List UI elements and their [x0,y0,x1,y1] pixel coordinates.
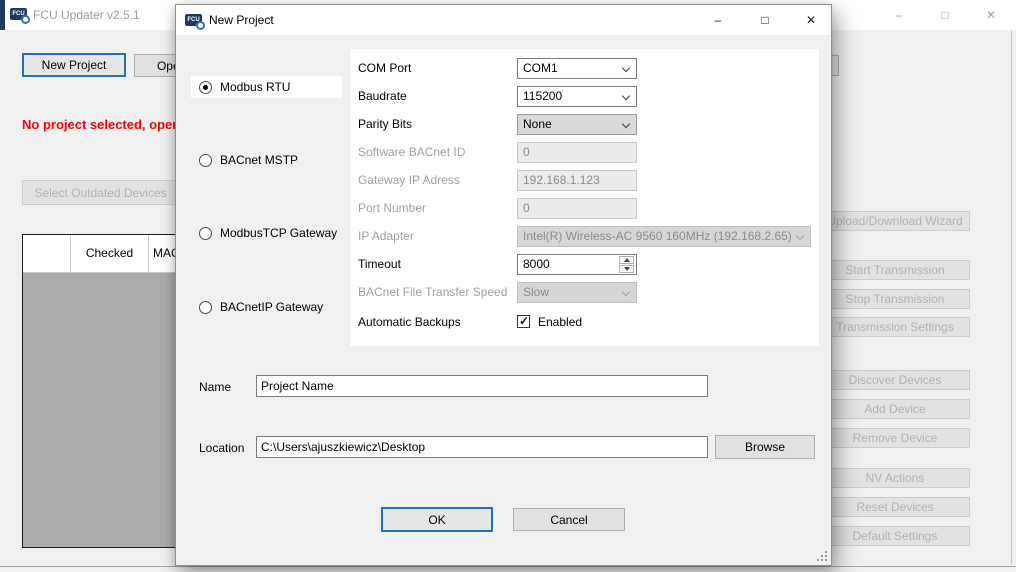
app-icon: FCU [10,8,27,20]
ip-adapter-value: Intel(R) Wireless-AC 9560 160MHz (192.16… [523,229,792,243]
screen: FCU FCU Updater v2.5.1 – □ ✕ New Project… [0,0,1016,572]
location-label: Location [199,441,244,455]
timeout-stepper[interactable]: 8000 [517,254,637,275]
transfer-speed-value: Slow [523,285,549,299]
software-bacnet-id-field: 0 [517,142,637,163]
timeout-value: 8000 [523,257,550,271]
window-edge-decoration [0,0,5,30]
radio-unselected-icon [199,301,212,314]
default-settings-button[interactable]: Default Settings [820,526,970,546]
automatic-backups-label: Automatic Backups [358,312,533,333]
ok-button[interactable]: OK [381,507,493,532]
port-number-label: Port Number [358,198,533,219]
transfer-speed-select: Slow [517,282,637,303]
parity-bits-select[interactable]: None [517,114,637,135]
backups-checkbox[interactable] [517,315,530,328]
com-port-select[interactable]: COM1 [517,58,637,79]
window-right-border [1011,30,1012,564]
dialog-maximize-icon[interactable]: □ [750,5,780,35]
dialog-app-icon: FCU [185,14,202,26]
resize-grip[interactable] [816,550,828,562]
chevron-down-icon [796,232,804,240]
new-project-dialog: FCU New Project – □ ✕ Modbus RTU BACnet … [175,4,832,566]
radio-bacnetip-gateway[interactable]: BACnetIP Gateway [199,299,323,315]
window-bottom-border [0,566,1016,567]
ip-adapter-label: IP Adapter [358,226,533,247]
dialog-close-icon[interactable]: ✕ [796,5,826,35]
chevron-down-icon [622,288,630,296]
column-row-selector [23,235,71,272]
partial-button-fragment [831,55,839,76]
radio-modbus-rtu[interactable]: Modbus RTU [199,79,290,95]
transmission-settings-button[interactable]: Transmission Settings [820,317,970,337]
discover-devices-button[interactable]: Discover Devices [820,370,970,390]
select-outdated-devices-button[interactable]: Select Outdated Devices [22,180,179,205]
radio-unselected-icon [199,154,212,167]
stop-transmission-button[interactable]: Stop Transmission [820,289,970,309]
radio-selected-icon [199,81,212,94]
new-project-button[interactable]: New Project [22,53,126,77]
transfer-speed-label: BACnet File Transfer Speed [358,282,533,303]
no-project-warning: No project selected, open [22,117,180,132]
name-input[interactable] [256,375,708,397]
nv-actions-button[interactable]: NV Actions [820,468,970,488]
add-device-button[interactable]: Add Device [820,399,970,419]
backups-checkbox-label: Enabled [538,315,582,329]
name-label: Name [199,380,231,394]
radio-label: BACnet MSTP [220,153,298,167]
main-window-title: FCU Updater v2.5.1 [33,8,140,22]
dialog-title: New Project [209,13,274,27]
upload-download-wizard-button[interactable]: Upload/Download Wizard [820,211,970,231]
radio-bacnet-mstp[interactable]: BACnet MSTP [199,152,298,168]
remove-device-button[interactable]: Remove Device [820,428,970,448]
start-transmission-button[interactable]: Start Transmission [820,260,970,280]
radio-label: ModbusTCP Gateway [220,226,337,240]
com-port-value: COM1 [523,61,558,75]
radio-label: BACnetIP Gateway [220,300,323,314]
parity-bits-label: Parity Bits [358,114,533,135]
parity-bits-value: None [523,117,552,131]
close-icon[interactable]: ✕ [976,0,1006,30]
timeout-label: Timeout [358,254,533,275]
baudrate-label: Baudrate [358,86,533,107]
chevron-down-icon [622,92,630,100]
browse-button[interactable]: Browse [715,435,815,459]
com-port-label: COM Port [358,58,533,79]
spin-down-icon[interactable] [619,265,634,273]
spin-up-icon[interactable] [619,256,634,264]
baudrate-value: 115200 [523,89,562,103]
software-bacnet-id-label: Software BACnet ID [358,142,533,163]
gateway-ip-label: Gateway IP Adress [358,170,533,191]
radio-unselected-icon [199,227,212,240]
chevron-down-icon [622,120,630,128]
radio-label: Modbus RTU [220,80,290,94]
location-input[interactable] [256,436,708,458]
cancel-button[interactable]: Cancel [513,508,625,531]
dialog-minimize-icon[interactable]: – [703,5,733,35]
dialog-titlebar[interactable]: FCU New Project – □ ✕ [176,5,831,35]
maximize-icon[interactable]: □ [930,0,960,30]
ip-adapter-select: Intel(R) Wireless-AC 9560 160MHz (192.16… [517,226,811,247]
baudrate-select[interactable]: 115200 [517,86,637,107]
gateway-ip-field: 192.168.1.123 [517,170,637,191]
radio-modbustcp-gateway[interactable]: ModbusTCP Gateway [199,225,337,241]
port-number-field: 0 [517,198,637,219]
minimize-icon[interactable]: – [884,0,914,30]
reset-devices-button[interactable]: Reset Devices [820,497,970,517]
column-checked: Checked [71,235,149,272]
chevron-down-icon [622,64,630,72]
